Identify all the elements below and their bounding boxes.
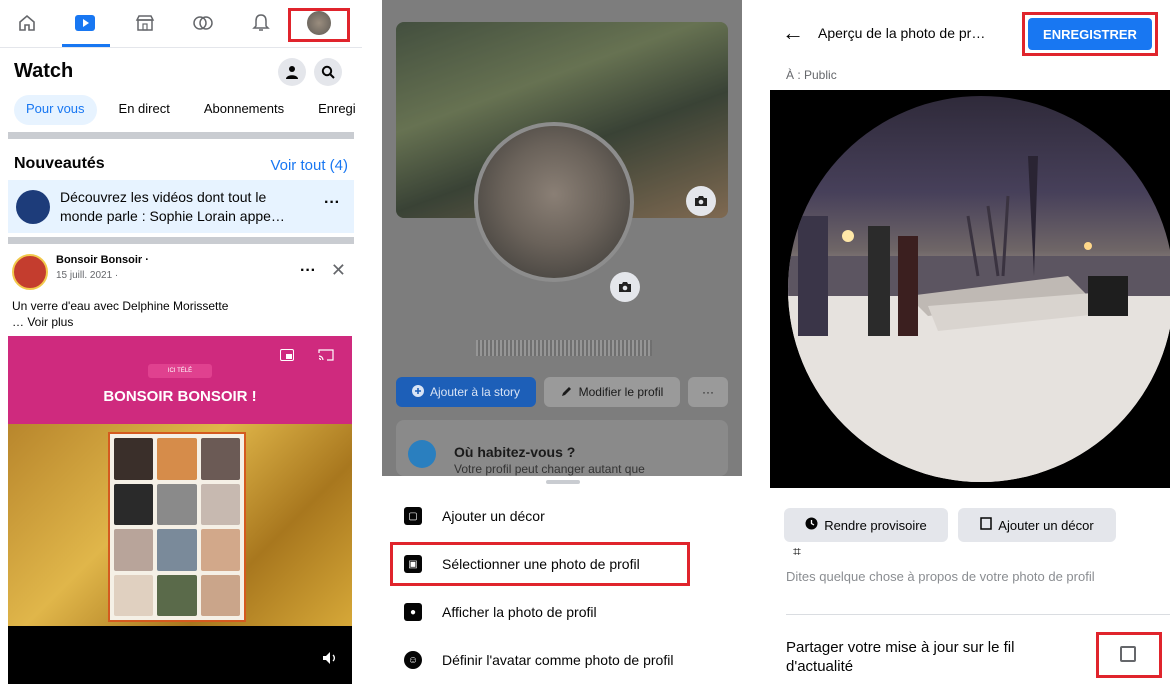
- notification-avatar: [16, 190, 50, 224]
- pencil-icon: [561, 385, 573, 400]
- edit-profile-label: Modifier le profil: [578, 385, 664, 399]
- person-icon: ●: [404, 603, 422, 621]
- post-date: 15 juill. 2021 ·: [56, 270, 119, 281]
- add-frame-button[interactable]: Ajouter un décor: [958, 508, 1116, 542]
- photo-preview-panel: ← Aperçu de la photo de pr… ENREGISTRER …: [770, 0, 1170, 684]
- menu-item-label: Ajouter un décor: [442, 508, 545, 524]
- bell-icon[interactable]: [246, 10, 276, 36]
- section-divider: [8, 132, 354, 139]
- collage-cell: [114, 529, 154, 571]
- collage-cell: [200, 574, 240, 616]
- post-caption: Un verre d'eau avec Delphine Morissette …: [12, 298, 342, 330]
- profile-camera-icon[interactable]: [610, 272, 640, 302]
- close-icon[interactable]: ✕: [331, 260, 346, 281]
- add-frame-label: Ajouter un décor: [998, 517, 1094, 533]
- divider: [786, 614, 1170, 615]
- frame-icon: [980, 517, 993, 533]
- menu-item-add-frame[interactable]: ▢ Ajouter un décor: [404, 504, 545, 528]
- highlight-box-checkbox: [1096, 632, 1162, 678]
- post-author-avatar[interactable]: [12, 254, 48, 290]
- menu-item-label: Définir l'avatar comme photo de profil: [442, 652, 674, 668]
- tab-en-direct[interactable]: En direct: [107, 95, 182, 125]
- share-to-feed-label: Partager votre mise à jour sur le fil d'…: [786, 639, 1015, 675]
- frame-icon: ▢: [404, 507, 422, 525]
- collage-cell: [114, 574, 154, 616]
- cover-camera-icon[interactable]: [686, 186, 716, 216]
- user-icon[interactable]: [278, 58, 306, 86]
- volume-icon[interactable]: [322, 651, 338, 668]
- groups-icon[interactable]: [188, 10, 218, 36]
- home-icon[interactable]: [12, 10, 42, 36]
- active-tab-indicator: [62, 44, 110, 47]
- collage-cell: [114, 438, 154, 480]
- highlight-box-profile: [288, 8, 350, 42]
- add-to-story-label: Ajouter à la story: [429, 385, 521, 399]
- video-player[interactable]: ICI TÉLÉ BONSOIR BONSOIR !: [8, 336, 352, 626]
- audience-selector[interactable]: À : Public: [786, 68, 837, 82]
- cast-icon[interactable]: [318, 348, 334, 364]
- collage-cell: [157, 574, 197, 616]
- profile-picture[interactable]: [474, 122, 634, 282]
- make-temporary-label: Rendre provisoire: [824, 517, 927, 533]
- collage-cell: [114, 483, 154, 525]
- more-options-button[interactable]: ···: [688, 377, 728, 407]
- page-title: Watch: [14, 60, 74, 82]
- collage-cell: [200, 529, 240, 571]
- section-title: Nouveautés: [14, 155, 105, 172]
- search-icon[interactable]: [314, 58, 342, 86]
- menu-item-set-avatar[interactable]: ☺ Définir l'avatar comme photo de profil: [404, 648, 673, 672]
- night-scene-illustration: [788, 156, 1170, 482]
- profile-name-blurred: [476, 340, 652, 356]
- video-banner: ICI TÉLÉ BONSOIR BONSOIR !: [8, 336, 352, 424]
- collage-cell: [157, 529, 197, 571]
- watch-tabs: Pour vous En direct Abonnements Enregi: [14, 95, 362, 125]
- video-controls-bar: [8, 626, 352, 684]
- notification-item[interactable]: Découvrez les vidéos dont tout le monde …: [8, 180, 354, 233]
- tab-pour-vous[interactable]: Pour vous: [14, 95, 97, 125]
- collage-cell: [157, 438, 197, 480]
- menu-item-label: Afficher la photo de profil: [442, 604, 597, 620]
- plus-circle-icon: [411, 384, 424, 400]
- see-more-link[interactable]: … Voir plus: [12, 314, 342, 330]
- caption-line: Un verre d'eau avec Delphine Morissette: [12, 299, 229, 313]
- highlight-box-select-photo: [390, 542, 690, 586]
- notification-text: Découvrez les vidéos dont tout le monde …: [60, 189, 285, 224]
- profile-backdrop: Ajouter à la story Modifier le profil ··…: [382, 0, 742, 476]
- watch-panel: Watch Pour vous En direct Abonnements En…: [0, 0, 362, 684]
- pip-icon[interactable]: [280, 348, 294, 364]
- photo-preview-area: ⌗: [770, 90, 1170, 566]
- menu-item-view-profile-photo[interactable]: ● Afficher la photo de profil: [404, 600, 597, 624]
- sheet-drag-handle[interactable]: [546, 480, 580, 484]
- see-all-link[interactable]: Voir tout (4): [270, 157, 348, 174]
- collage-cell: [200, 483, 240, 525]
- brand-logo: ICI TÉLÉ: [148, 364, 212, 378]
- video-title: BONSOIR BONSOIR !: [103, 388, 257, 405]
- description-input[interactable]: Dites quelque chose à propos de votre ph…: [786, 568, 1146, 585]
- collage-cell: [157, 483, 197, 525]
- clock-icon: [805, 517, 818, 533]
- post-author-name[interactable]: Bonsoir Bonsoir ·: [56, 254, 149, 266]
- profile-panel: Ajouter à la story Modifier le profil ··…: [382, 0, 742, 684]
- section-divider: [8, 237, 354, 244]
- collage-cell: [200, 438, 240, 480]
- highlight-box-save: [1022, 12, 1158, 56]
- more-options-icon[interactable]: ···: [324, 194, 340, 212]
- back-arrow-icon[interactable]: ←: [782, 20, 804, 46]
- photo-collage: [108, 432, 246, 622]
- tab-enregistre[interactable]: Enregi: [306, 95, 362, 125]
- watch-video-icon[interactable]: [70, 10, 100, 36]
- top-navigation: [0, 0, 362, 48]
- marketplace-icon[interactable]: [130, 10, 160, 36]
- tab-abonnements[interactable]: Abonnements: [192, 95, 296, 125]
- post-more-icon[interactable]: ···: [300, 262, 316, 280]
- cropped-profile-photo[interactable]: [788, 96, 1170, 482]
- add-to-story-button[interactable]: Ajouter à la story: [396, 377, 536, 407]
- make-temporary-button[interactable]: Rendre provisoire: [784, 508, 948, 542]
- page-title: Aperçu de la photo de pr…: [818, 25, 986, 41]
- edit-profile-button[interactable]: Modifier le profil: [544, 377, 680, 407]
- location-pin-icon: [408, 440, 436, 468]
- avatar-icon: ☺: [404, 651, 422, 669]
- location-prompt-subtitle: Votre profil peut changer autant que: [454, 462, 645, 476]
- location-prompt-title: Où habitez-vous ?: [454, 444, 576, 460]
